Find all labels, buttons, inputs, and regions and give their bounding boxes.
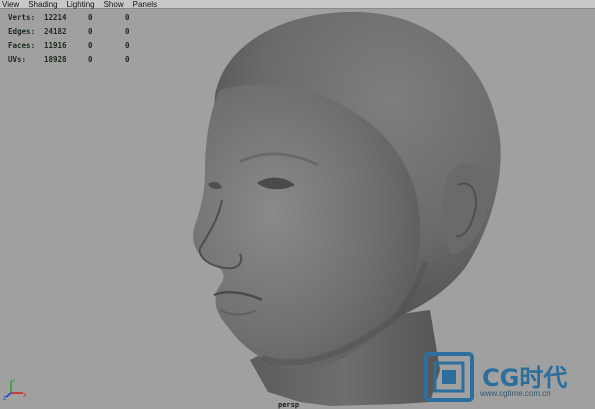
poly-count-hud: Verts: 12214 0 0 Edges: 24182 0 0 Faces:… [8,11,145,67]
hud-value: 0 [88,13,93,22]
axis-z-label: Z [3,396,7,400]
hud-value: 0 [125,27,130,36]
hud-row-faces: Faces: 11916 0 0 [8,39,145,53]
hud-value: 0 [88,41,93,50]
camera-name: persp [278,401,300,409]
watermark: CG时代 www.cgtime.com.cn [424,352,592,404]
axis-y-label: Y [11,379,16,385]
hud-value: 0 [88,27,93,36]
cg-logo-icon [424,352,474,402]
hud-label: Faces: [8,41,36,50]
hud-row-uvs: UVs: 18928 0 0 [8,53,145,67]
watermark-url: www.cgtime.com.cn [480,389,551,398]
hud-value: 0 [88,55,93,64]
watermark-text: CG时代 [482,364,568,392]
hud-value: 0 [125,13,130,22]
hud-label: Edges: [8,27,36,36]
hud-value: 18928 [44,55,67,64]
hud-value: 11916 [44,41,67,50]
axis-x-label: X [23,393,27,399]
hud-value: 24182 [44,27,67,36]
hud-value: 12214 [44,13,67,22]
hud-value: 0 [125,41,130,50]
hud-row-verts: Verts: 12214 0 0 [8,11,145,25]
hud-row-edges: Edges: 24182 0 0 [8,25,145,39]
hud-value: 0 [125,55,130,64]
view-axis-gizmo: Y X Z [3,379,27,400]
hud-label: UVs: [8,55,27,64]
hud-label: Verts: [8,13,36,22]
ear-shape [442,163,489,255]
